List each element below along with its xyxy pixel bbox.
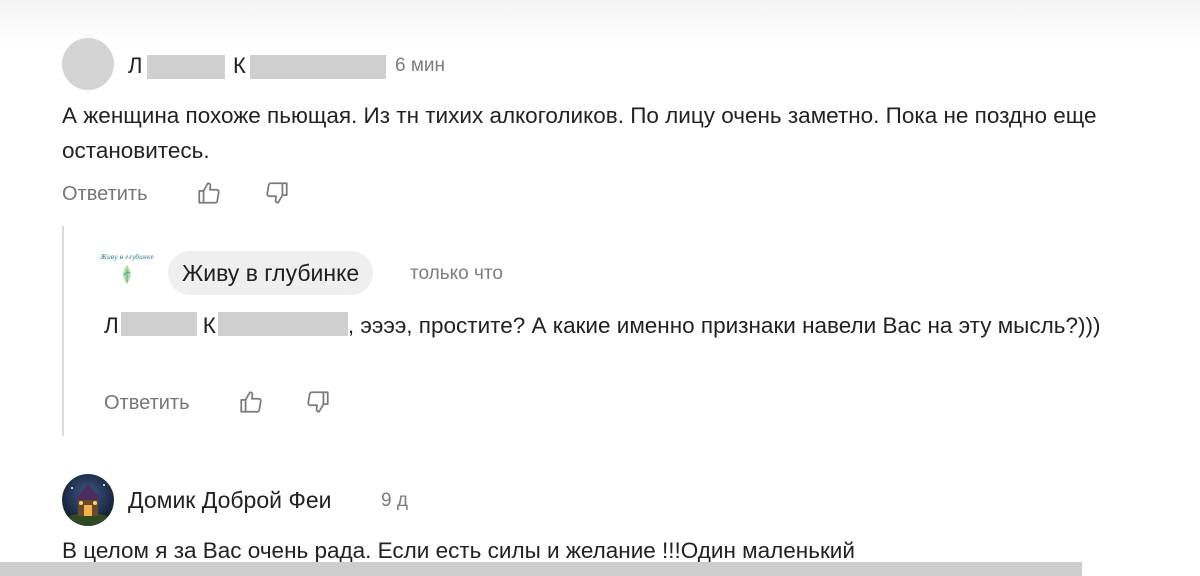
thumbs-up-icon[interactable] bbox=[238, 389, 264, 415]
comment-text: А женщина похоже пьющая. Из тн тихих алк… bbox=[62, 103, 1097, 163]
horizontal-scrollbar[interactable] bbox=[0, 562, 1082, 576]
avatar[interactable] bbox=[62, 38, 114, 90]
redacted-mention-surname bbox=[217, 312, 348, 336]
redacted-surname-block bbox=[250, 55, 386, 79]
reply-text-block: Л К , ээээ, простите? А какие именно призн… bbox=[104, 308, 1114, 343]
channel-logo-text: Живу в глубинке bbox=[100, 254, 154, 261]
channel-name-chip[interactable]: Живу в глубинке bbox=[168, 251, 374, 295]
author-name-first-initial[interactable]: Л bbox=[128, 53, 142, 79]
thumbs-up-icon[interactable] bbox=[196, 180, 222, 206]
fairy-house-avatar-image bbox=[62, 474, 114, 526]
redacted-mention-name bbox=[120, 312, 197, 336]
comment-time: 6 мин bbox=[395, 55, 446, 76]
author-name-last-initial[interactable]: К bbox=[233, 53, 246, 79]
reply-button[interactable]: Ответить bbox=[62, 183, 148, 206]
comment-time: 9 д bbox=[381, 490, 408, 511]
channel-logo[interactable]: Живу в глубинке bbox=[100, 254, 154, 290]
leaf-icon bbox=[123, 265, 131, 283]
redacted-name-block bbox=[147, 55, 225, 79]
reply-time: только что bbox=[410, 263, 503, 284]
reply-text: , ээээ, простите? А какие именно признак… bbox=[347, 313, 1101, 338]
thread-line bbox=[62, 226, 64, 436]
channel-name: Живу в глубинке bbox=[182, 259, 360, 286]
author-name[interactable]: Домик Доброй Феи bbox=[128, 487, 332, 514]
avatar[interactable] bbox=[62, 474, 114, 526]
mention-last-initial[interactable]: К bbox=[203, 313, 216, 338]
thumbs-down-icon[interactable] bbox=[264, 180, 290, 206]
mention-first-initial[interactable]: Л bbox=[104, 313, 119, 338]
thumbs-down-icon[interactable] bbox=[305, 389, 331, 415]
reply-button[interactable]: Ответить bbox=[104, 392, 190, 415]
top-fade bbox=[0, 0, 1200, 44]
